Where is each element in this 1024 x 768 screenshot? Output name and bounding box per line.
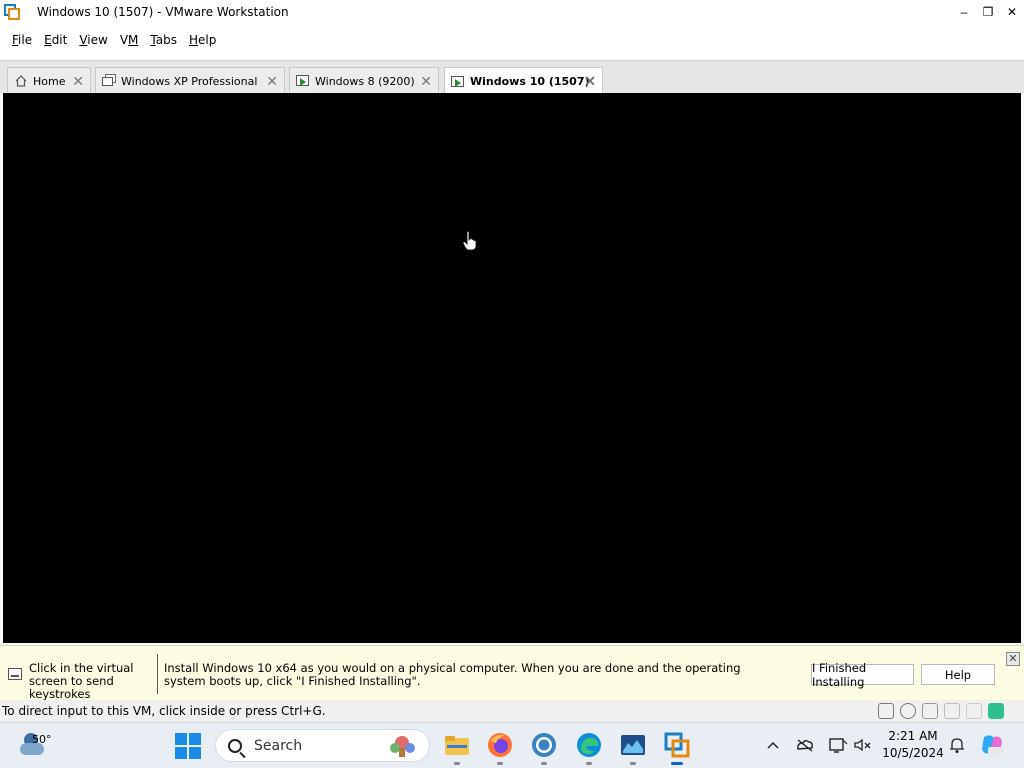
network-icon[interactable] [828,731,848,759]
tab-label: Windows XP Professional [121,74,258,88]
tab-strip: Home ✕ Windows XP Professional ✕ Windows… [0,60,1024,95]
message-icon[interactable] [988,703,1004,719]
close-icon[interactable]: ✕ [584,73,596,90]
finished-installing-button[interactable]: I Finished Installing [811,661,914,689]
help-button[interactable]: Help [921,664,995,685]
weather-widget[interactable]: 50° [18,729,58,763]
vm-icon [102,74,116,88]
window-controls: – ❐ ✕ [952,0,1024,24]
tab-label: Windows 8 (9200) [315,74,415,88]
vm-running-icon [451,75,465,89]
tab-label: Home [33,74,66,88]
notification-bell-icon[interactable] [947,731,967,759]
install-message: Install Windows 10 x64 as you would on a… [164,661,741,688]
tab-label: Windows 10 (1507) [470,75,590,88]
sound-icon[interactable] [966,703,982,719]
edge-icon[interactable] [575,731,603,765]
network-icon[interactable] [922,703,938,719]
search-icon [228,738,242,753]
chrome-icon[interactable] [530,731,558,765]
volume-muted-icon[interactable] [853,731,873,759]
menu-edit[interactable]: Edit [38,33,73,47]
file-explorer-icon[interactable] [443,731,471,765]
search-box[interactable]: Search [215,729,430,762]
search-label: Search [254,737,303,754]
show-hidden-icons-chevron[interactable] [764,731,782,759]
close-icon[interactable]: ✕ [420,73,432,90]
window-title: Windows 10 (1507) - VMware Workstation [37,5,289,19]
divider [157,654,158,694]
close-icon[interactable]: ✕ [1006,652,1020,666]
minimize-button[interactable]: – [952,0,976,24]
title-bar: Windows 10 (1507) - VMware Workstation –… [0,0,1024,24]
start-button[interactable] [175,733,201,759]
status-bar: To direct input to this VM, click inside… [0,700,1024,722]
install-info-bar: Click in the virtual screen to send keys… [0,645,1024,701]
maximize-button[interactable]: ❐ [976,0,1000,24]
firefox-icon[interactable] [486,731,514,765]
weather-temp: 50° [32,733,52,746]
keyboard-icon [8,668,22,680]
tab-home[interactable]: Home ✕ [7,67,91,94]
clock-time: 2:21 AM [888,729,938,743]
close-button[interactable]: ✕ [1000,0,1024,24]
close-icon[interactable]: ✕ [72,73,84,90]
clock-date: 10/5/2024 [882,746,944,760]
usb-icon[interactable] [944,703,960,719]
menu-vm[interactable]: VM [114,33,145,47]
device-icons [878,703,1004,719]
home-icon [14,74,28,88]
hand-cursor-icon [463,231,477,251]
taskbar: 50° Search 2:21 AM 10/5/2024 [0,722,1024,768]
clock[interactable]: 2:21 AM 10/5/2024 [882,728,944,762]
search-highlight-icon [390,736,415,757]
keystroke-hint: Click in the virtual screen to send keys… [29,661,134,701]
tab-windows-8[interactable]: Windows 8 (9200) ✕ [289,67,439,94]
app-icon[interactable] [619,731,647,765]
vmware-icon[interactable] [663,731,691,765]
vm-screen[interactable] [3,93,1021,643]
menu-help[interactable]: Help [183,33,222,47]
cd-drive-icon[interactable] [900,703,916,719]
copilot-icon[interactable] [979,731,1005,759]
close-icon[interactable]: ✕ [266,73,278,90]
menu-file[interactable]: File [6,33,38,47]
vm-running-icon [296,74,310,88]
menu-view[interactable]: View [73,33,113,47]
tab-windows-10[interactable]: Windows 10 (1507) ✕ [444,67,603,95]
tab-windows-xp[interactable]: Windows XP Professional ✕ [95,67,285,94]
vmware-app-icon [3,3,21,21]
menu-tabs[interactable]: Tabs [144,33,183,47]
status-text: To direct input to this VM, click inside… [2,704,326,718]
menu-bar: File Edit View VM Tabs Help [0,28,222,52]
hard-disk-icon[interactable] [878,703,894,719]
onedrive-offline-icon[interactable] [795,731,815,759]
